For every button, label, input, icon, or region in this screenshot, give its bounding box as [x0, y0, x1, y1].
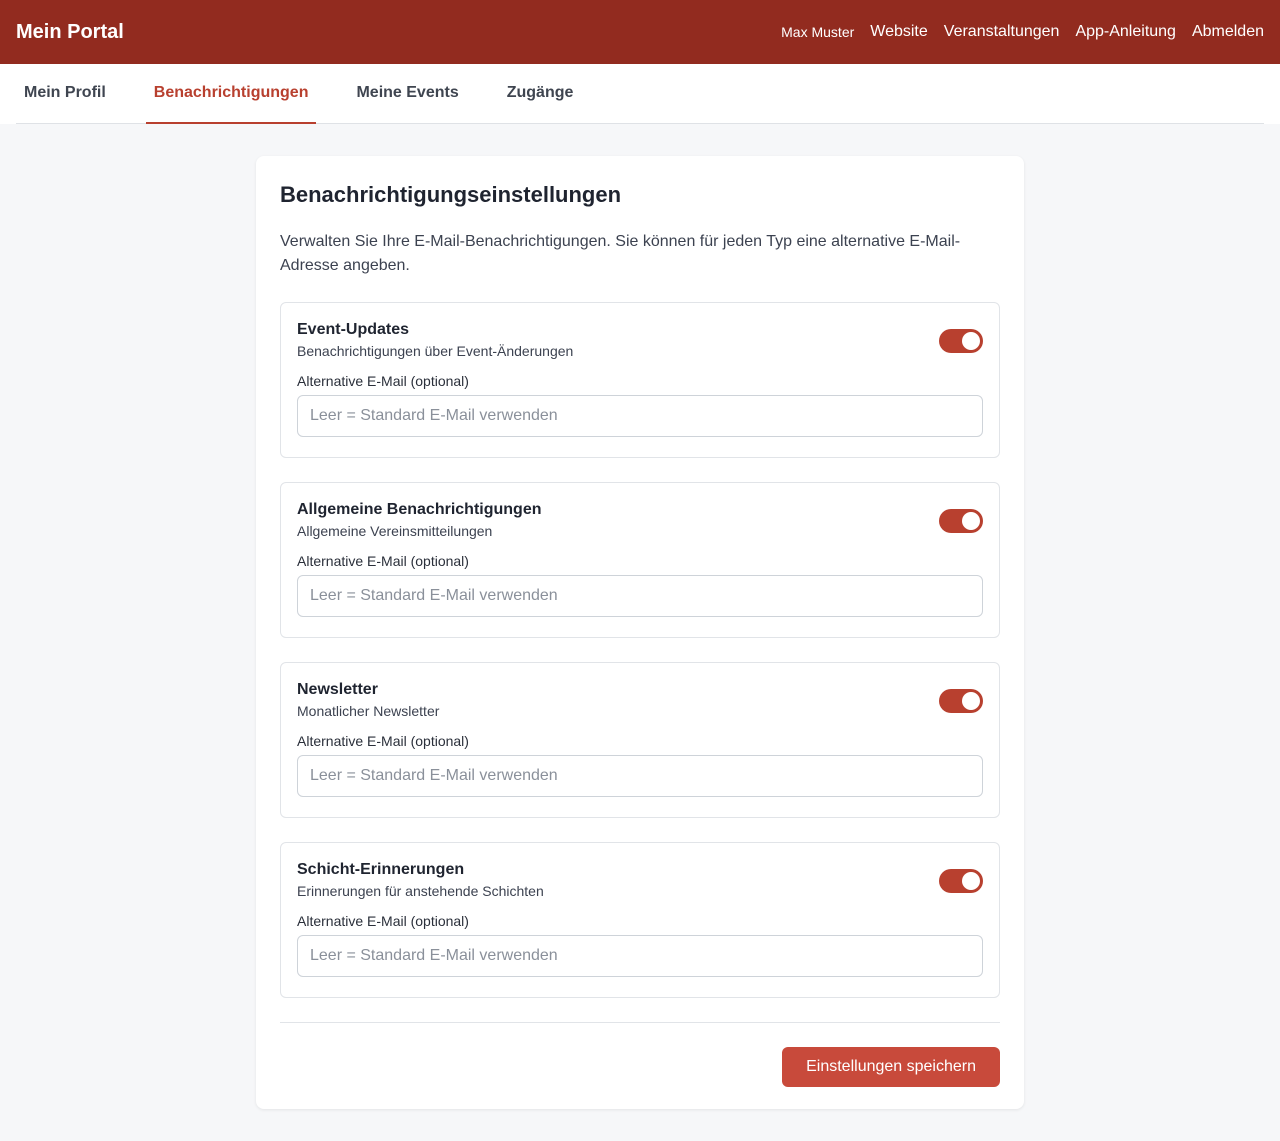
top-bar: Mein Portal Max Muster Website Veranstal…	[0, 0, 1280, 64]
toggle-knob	[962, 332, 980, 350]
tab-bar: Mein Profil Benachrichtigungen Meine Eve…	[0, 64, 1280, 124]
setting-shift-reminders: Schicht-Erinnerungen Erinnerungen für an…	[280, 842, 1000, 998]
toggle-knob	[962, 692, 980, 710]
setting-title: Schicht-Erinnerungen	[297, 861, 465, 878]
page-intro: Verwalten Sie Ihre E-Mail-Benachrichtigu…	[280, 233, 961, 274]
page-title: Benachrichtigungseinstellungen	[280, 182, 622, 207]
alt-email-label: Alternative E-Mail (optional)	[297, 913, 469, 929]
event-updates-toggle[interactable]	[939, 329, 983, 353]
tab-zugaenge[interactable]: Zugänge	[499, 64, 582, 124]
setting-title: Allgemeine Benachrichtigungen	[297, 501, 542, 518]
setting-general-notifications: Allgemeine Benachrichtigungen Allgemeine…	[280, 482, 1000, 638]
setting-title: Event-Updates	[297, 321, 410, 338]
nav-link-app-anleitung[interactable]: App-Anleitung	[1075, 23, 1176, 41]
nav-link-website[interactable]: Website	[870, 23, 928, 41]
tab-benachrichtigungen[interactable]: Benachrichtigungen	[145, 64, 317, 124]
newsletter-email-input[interactable]	[297, 755, 983, 797]
setting-description: Erinnerungen für anstehende Schichten	[297, 883, 544, 899]
tab-meine-events[interactable]: Meine Events	[348, 64, 466, 124]
setting-event-updates: Event-Updates Benachrichtigungen über Ev…	[280, 302, 1000, 458]
general-notifications-toggle[interactable]	[939, 509, 983, 533]
shift-reminders-toggle[interactable]	[939, 869, 983, 893]
toggle-knob	[962, 512, 980, 530]
toggle-knob	[962, 872, 980, 890]
setting-newsletter: Newsletter Monatlicher Newsletter Altern…	[280, 662, 1000, 818]
setting-description: Monatlicher Newsletter	[297, 703, 440, 719]
tab-mein-profil[interactable]: Mein Profil	[16, 64, 114, 124]
setting-title: Newsletter	[297, 681, 378, 698]
setting-description: Allgemeine Vereinsmitteilungen	[297, 523, 493, 539]
newsletter-toggle[interactable]	[939, 689, 983, 713]
nav-link-veranstaltungen[interactable]: Veranstaltungen	[944, 23, 1060, 41]
general-notifications-email-input[interactable]	[297, 575, 983, 617]
event-updates-email-input[interactable]	[297, 395, 983, 437]
top-nav: Max Muster Website Veranstaltungen App-A…	[781, 23, 1264, 41]
form-actions: Einstellungen speichern	[280, 1047, 1000, 1087]
user-name: Max Muster	[781, 24, 855, 40]
alt-email-label: Alternative E-Mail (optional)	[297, 553, 469, 569]
settings-card: Benachrichtigungseinstellungen Verwalten…	[256, 156, 1024, 1109]
brand-title[interactable]: Mein Portal	[16, 21, 124, 44]
alt-email-label: Alternative E-Mail (optional)	[297, 733, 469, 749]
logout-link[interactable]: Abmelden	[1192, 23, 1264, 41]
divider	[280, 1022, 1000, 1023]
alt-email-label: Alternative E-Mail (optional)	[297, 373, 469, 389]
shift-reminders-email-input[interactable]	[297, 935, 983, 977]
setting-description: Benachrichtigungen über Event-Änderungen	[297, 343, 574, 359]
save-settings-button[interactable]: Einstellungen speichern	[782, 1047, 1000, 1087]
